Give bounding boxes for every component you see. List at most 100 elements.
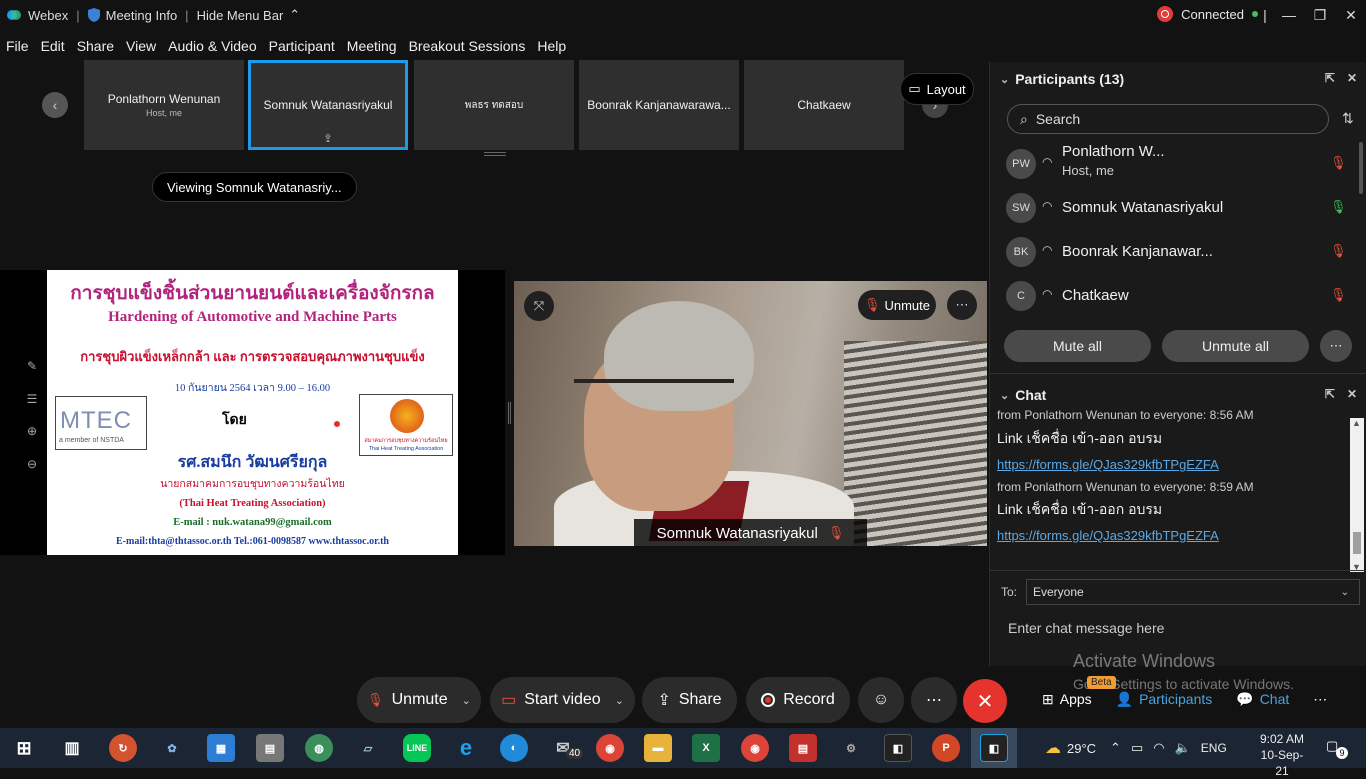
unmute-button[interactable]: 🎙 Unmute ⌄ (357, 677, 481, 723)
mute-all-button[interactable]: Mute all (1004, 330, 1151, 362)
menu-audio-video[interactable]: Audio & Video (162, 38, 262, 54)
splitter-handle[interactable] (508, 402, 511, 424)
sort-icon[interactable]: ⇅ (1342, 110, 1354, 127)
end-meeting-button[interactable]: ✕ (963, 679, 1007, 723)
chevron-up-icon[interactable]: ⌃ (1110, 740, 1121, 756)
chevron-left-icon[interactable]: ‹ (42, 92, 68, 118)
popout-icon[interactable]: ⇱ (1325, 71, 1335, 85)
menu-file[interactable]: File (0, 38, 35, 54)
participant-row[interactable]: C ◠ Chatkaew 🎙 (990, 275, 1366, 315)
more-options-button[interactable]: ⋯ (911, 677, 957, 723)
chat-link[interactable]: https://forms.gle/QJas329kfbTPgEZFA (997, 528, 1219, 543)
maximize-icon[interactable]: ❐ (1305, 0, 1335, 30)
file-explorer-icon[interactable]: ▬ (644, 734, 672, 762)
participants-more-button[interactable]: ⋯ (1320, 330, 1352, 362)
remote-control-icon[interactable]: ☰ (27, 392, 38, 406)
windows-start-icon[interactable]: ⊞ (10, 734, 38, 762)
menu-meeting[interactable]: Meeting (341, 38, 403, 54)
menu-participant[interactable]: Participant (263, 38, 341, 54)
language-indicator[interactable]: ENG (1201, 741, 1227, 755)
participant-row[interactable]: BK ◠ Boonrak Kanjanawar... 🎙 (990, 231, 1366, 271)
webex-active-icon[interactable]: ◧ (980, 734, 1008, 762)
menu-breakout-sessions[interactable]: Breakout Sessions (403, 38, 532, 54)
chat-button[interactable]: 💬 Chat (1224, 683, 1301, 715)
unmute-all-button[interactable]: Unmute all (1162, 330, 1309, 362)
menu-view[interactable]: View (120, 38, 162, 54)
mic-muted-icon[interactable]: 🎙 (1330, 287, 1347, 303)
battery-icon[interactable]: ▭ (1131, 740, 1143, 756)
more-panels-button[interactable]: ⋯ (1301, 683, 1339, 715)
chrome-icon[interactable]: ◉ (741, 734, 769, 762)
menu-help[interactable]: Help (531, 38, 572, 54)
scroll-thumb[interactable] (1353, 532, 1361, 554)
participant-search-input[interactable]: ⌕ Search (1007, 104, 1329, 134)
weather-temp[interactable]: 29°C (1067, 741, 1096, 756)
chevron-down-icon[interactable]: ⌄ (462, 694, 471, 707)
chat-link[interactable]: https://forms.gle/QJas329kfbTPgEZFA (997, 457, 1219, 472)
strip-resize-handle[interactable] (484, 152, 506, 156)
close-window-icon[interactable]: ✕ (1336, 0, 1366, 30)
participant-row[interactable]: PW ◠ Ponlathorn W... Host, me 🎙 (990, 143, 1366, 183)
thumbnail-boonrak[interactable]: Boonrak Kanjanawarawa... (579, 60, 739, 150)
mic-active-icon[interactable]: 🎙 (1330, 199, 1347, 215)
layout-button[interactable]: ▭ Layout (900, 73, 974, 105)
scroll-up-icon[interactable]: ▲ (1352, 418, 1361, 428)
record-button[interactable]: Record (746, 677, 850, 723)
unpin-button[interactable]: ⤧ (524, 291, 554, 321)
wifi-icon[interactable]: ◠ (1153, 740, 1164, 756)
connection-status[interactable]: Connected (1157, 6, 1258, 22)
line-app-icon[interactable]: LINE (403, 734, 431, 762)
app-icon[interactable]: ⚙ (837, 734, 865, 762)
app-icon[interactable]: ✿ (158, 734, 186, 762)
zoom-in-icon[interactable]: ⊕ (27, 424, 37, 438)
minimize-icon[interactable]: — (1274, 0, 1304, 30)
chevron-down-icon[interactable]: ⌄ (1000, 73, 1009, 86)
start-video-button[interactable]: ▭ Start video ⌄ (490, 677, 635, 723)
internet-explorer-icon[interactable]: e (452, 734, 480, 762)
volume-icon[interactable]: 🔈 (1175, 740, 1191, 756)
annotate-icon[interactable]: ✎ (27, 359, 37, 373)
thumbnail-somnuk[interactable]: Somnuk Watanasriyakul ⇪ (248, 60, 408, 150)
thumbnail-thai-user[interactable]: พลธร ทดสอบ (414, 60, 574, 150)
calendar-icon[interactable]: ▦ (207, 734, 235, 762)
share-button[interactable]: ⇪ Share (642, 677, 737, 723)
app-icon[interactable]: ↻ (109, 734, 137, 762)
participants-scrollbar[interactable] (1359, 142, 1363, 194)
hide-menu-bar-button[interactable]: Hide Menu Bar ⌃ (191, 7, 307, 23)
powerpoint-icon[interactable]: P (932, 734, 960, 762)
popout-icon[interactable]: ⇱ (1325, 387, 1335, 401)
participant-row[interactable]: SW ◠ Somnuk Watanasriyakul 🎙 (990, 187, 1366, 227)
excel-icon[interactable]: X (692, 734, 720, 762)
mic-muted-icon[interactable]: 🎙 (1330, 155, 1347, 171)
video-unmute-button[interactable]: 🎙 Unmute (858, 290, 936, 320)
participants-button[interactable]: 👤 Participants (1104, 683, 1225, 715)
close-icon[interactable]: ✕ (1347, 71, 1357, 85)
mic-muted-icon[interactable]: 🎙 (1330, 243, 1347, 259)
edge-browser-icon[interactable]: ◐ (500, 734, 528, 762)
recipient-select[interactable]: Everyone ⌄ (1026, 579, 1360, 605)
calculator-icon[interactable]: ▤ (256, 734, 284, 762)
menu-share[interactable]: Share (71, 38, 120, 54)
chat-header[interactable]: ⌄ Chat ⇱ ✕ (990, 378, 1366, 412)
chrome-icon[interactable]: ◉ (596, 734, 624, 762)
task-view-icon[interactable]: ▥ (58, 734, 86, 762)
chat-scrollbar[interactable]: ▲ ▼ (1350, 418, 1364, 572)
notification-button[interactable]: ▢ 9 (1326, 738, 1348, 759)
thumbnail-chatkaew[interactable]: Chatkaew (744, 60, 904, 150)
clock[interactable]: 9:02 AM 10-Sep-21 (1254, 731, 1310, 779)
video-more-button[interactable]: ⋯ (947, 290, 977, 320)
notepad-icon[interactable]: ▱ (354, 734, 382, 762)
menu-edit[interactable]: Edit (35, 38, 71, 54)
reactions-button[interactable]: ☺ (858, 677, 904, 723)
chevron-down-icon[interactable]: ⌄ (615, 694, 624, 707)
chat-input[interactable]: Enter chat message here (1008, 620, 1164, 636)
participants-header[interactable]: ⌄ Participants (13) ⇱ ✕ (990, 62, 1366, 96)
zoom-out-icon[interactable]: ⊖ (27, 457, 37, 471)
pdf-icon[interactable]: ▤ (789, 734, 817, 762)
globe-icon[interactable]: ◍ (305, 734, 333, 762)
close-icon[interactable]: ✕ (1347, 387, 1357, 401)
meeting-info-button[interactable]: Meeting Info (82, 8, 184, 23)
chevron-down-icon[interactable]: ⌄ (1000, 389, 1009, 402)
webex-taskbar-icon[interactable]: ◧ (884, 734, 912, 762)
thumbnail-ponlathorn[interactable]: Ponlathorn Wenunan Host, me (84, 60, 244, 150)
